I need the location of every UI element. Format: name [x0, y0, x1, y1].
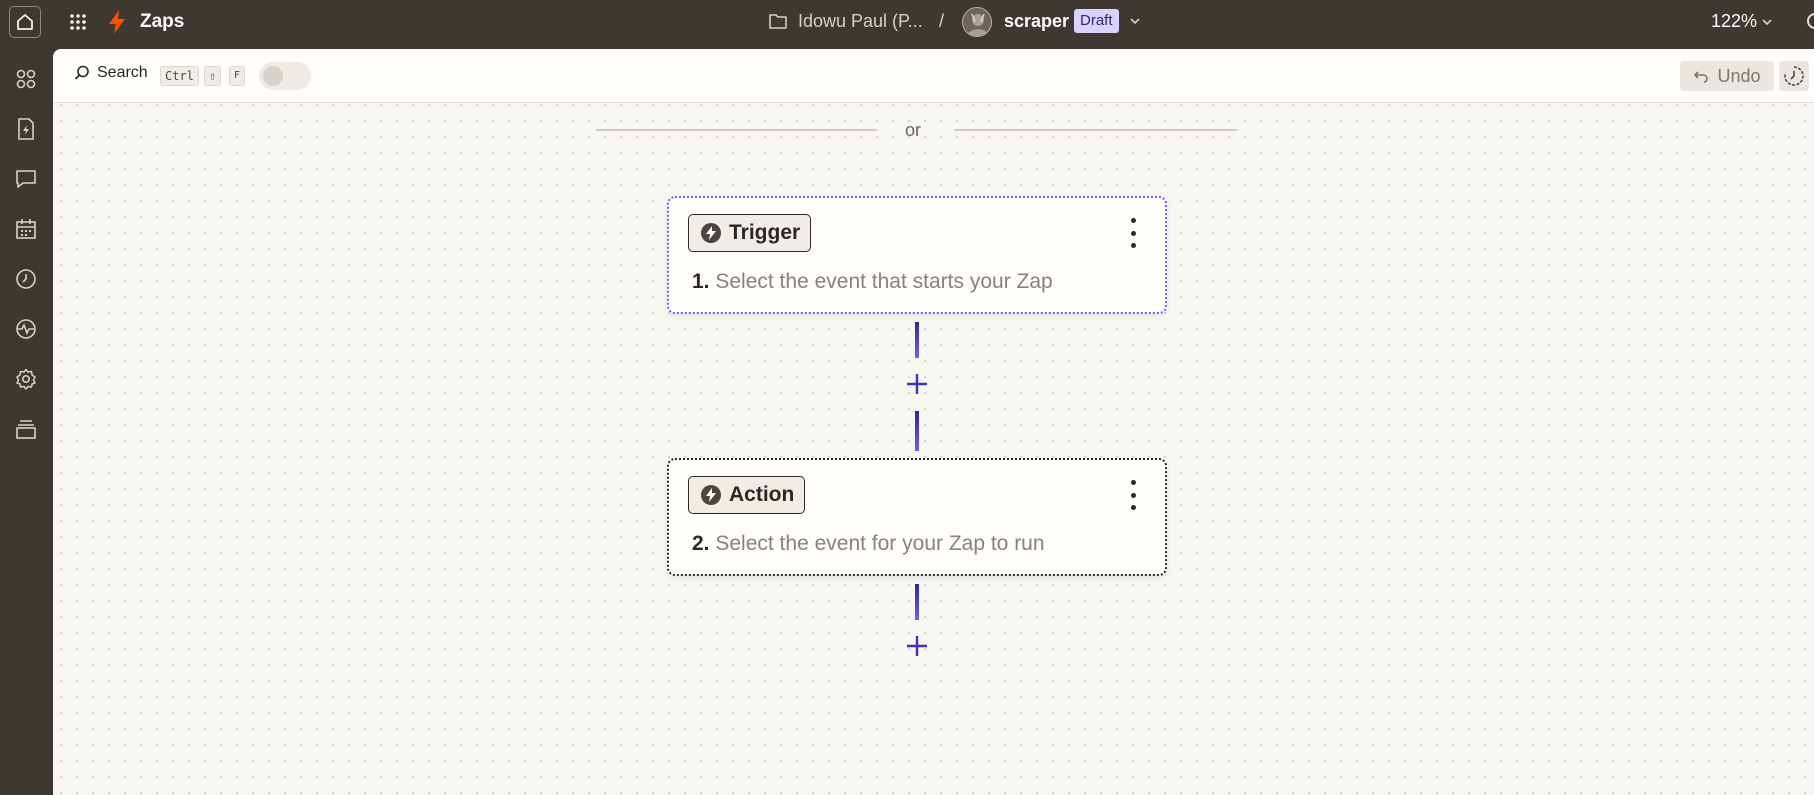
zap-avatar — [962, 7, 992, 37]
app-title[interactable]: Zaps — [140, 11, 184, 33]
step-connector — [915, 411, 919, 451]
search-button[interactable]: Search — [73, 64, 148, 82]
action-badge: Action — [688, 476, 806, 514]
sidebar-item-interfaces[interactable] — [13, 166, 39, 192]
step-text: Select the event that starts your Zap — [715, 270, 1053, 293]
zapier-bolt-icon — [109, 10, 125, 34]
shortcut-key-ctrl: Ctrl — [160, 66, 199, 86]
search-icon — [74, 65, 89, 80]
sidebar-item-more[interactable] — [13, 416, 39, 442]
step-number: 2. — [692, 532, 710, 555]
settings-icon — [16, 368, 36, 390]
breadcrumb-separator: / — [939, 11, 945, 31]
bolt-icon — [701, 485, 721, 505]
shortcut-key-shift: ⇧ — [204, 66, 222, 86]
zap-name[interactable]: scraper — [1004, 11, 1069, 32]
sidebar-item-status[interactable] — [13, 316, 39, 342]
sidebar-item-tables[interactable] — [13, 216, 39, 242]
step-text: Select the event for your Zap to run — [715, 532, 1045, 555]
chevron-down-icon[interactable] — [1760, 15, 1774, 29]
divider-right — [954, 129, 1237, 131]
sidebar-item-history[interactable] — [13, 266, 39, 292]
zap-editor-canvas[interactable]: Search Ctrl ⇧ F Undo or Trigger 1. Selec… — [53, 49, 1814, 795]
toggle-knob — [263, 66, 283, 86]
top-bar: Zaps Idowu Paul (P... / scraper Draft 12… — [0, 0, 1814, 43]
sidebar-item-zaps[interactable] — [13, 116, 39, 142]
help-icon[interactable] — [1807, 13, 1814, 29]
activity-icon — [16, 319, 36, 339]
more-options-icon[interactable] — [1124, 480, 1142, 510]
search-label: Search — [97, 64, 148, 81]
layers-icon — [16, 420, 36, 439]
left-sidebar — [0, 43, 53, 795]
sidebar-item-settings[interactable] — [13, 366, 39, 392]
status-badge: Draft — [1074, 9, 1119, 33]
folder-icon — [769, 14, 787, 29]
chevron-down-icon[interactable] — [1128, 14, 1142, 28]
undo-icon — [1694, 71, 1709, 83]
bolt-icon — [701, 223, 721, 243]
undo-label: Undo — [1717, 65, 1761, 86]
trigger-badge: Trigger — [688, 214, 812, 252]
zap-file-icon — [18, 118, 34, 140]
more-options-icon[interactable] — [1124, 218, 1142, 248]
canvas-toggle[interactable] — [259, 62, 311, 90]
canvas-toolbar: Search Ctrl ⇧ F Undo — [53, 49, 1814, 103]
divider-or-label: or — [905, 120, 922, 140]
chat-icon — [16, 170, 36, 188]
action-badge-label: Action — [729, 483, 795, 506]
shortcut-key-f: F — [229, 66, 246, 86]
add-step-button[interactable] — [904, 633, 930, 659]
divider-left — [596, 129, 877, 131]
action-description: 2. Select the event for your Zap to run — [692, 532, 1045, 556]
step-number: 1. — [692, 270, 710, 293]
action-step-card[interactable]: Action 2. Select the event for your Zap … — [667, 458, 1167, 576]
sidebar-item-apps[interactable] — [13, 66, 39, 92]
home-button[interactable] — [9, 6, 41, 38]
trigger-badge-label: Trigger — [729, 221, 801, 244]
version-history-button[interactable] — [1779, 61, 1809, 91]
add-step-button[interactable] — [904, 371, 930, 397]
history-icon — [16, 269, 36, 289]
clock-rewind-icon — [1784, 66, 1804, 86]
step-connector — [915, 584, 919, 620]
step-connector — [915, 322, 919, 358]
home-icon — [17, 14, 33, 30]
trigger-description: 1. Select the event that starts your Zap — [692, 270, 1053, 294]
breadcrumb-folder[interactable]: Idowu Paul (P... — [798, 11, 923, 32]
zoom-level[interactable]: 122% — [1711, 11, 1757, 32]
undo-button[interactable]: Undo — [1680, 61, 1774, 91]
calendar-icon — [16, 219, 36, 239]
app-grid-icon[interactable] — [68, 12, 88, 32]
trigger-step-card[interactable]: Trigger 1. Select the event that starts … — [667, 196, 1167, 314]
apps-icon — [16, 69, 36, 89]
